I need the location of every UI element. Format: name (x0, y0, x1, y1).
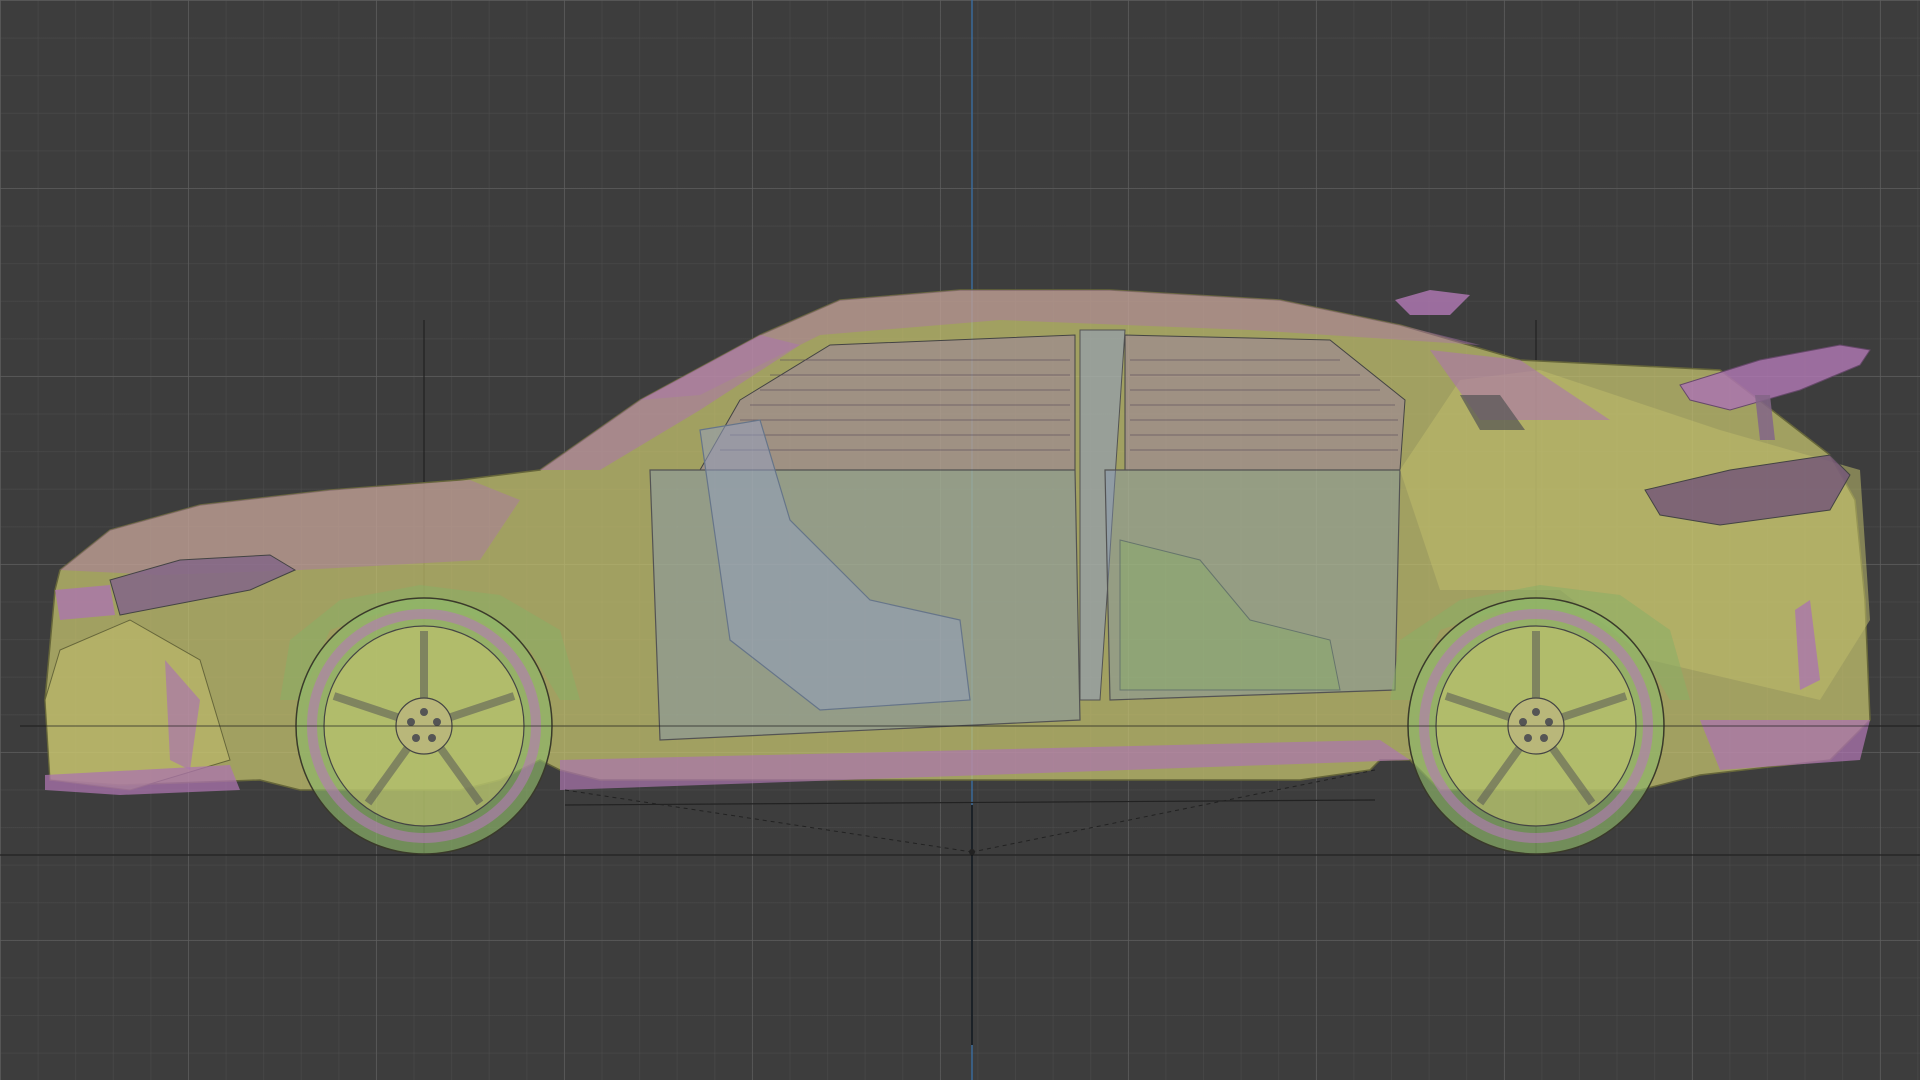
viewport-scene[interactable] (0, 0, 1920, 1080)
rear-wing[interactable] (1679, 344, 1871, 411)
3d-viewport[interactable] (0, 0, 1920, 1080)
origin-marker-icon[interactable] (564, 769, 1376, 1045)
front-corner-light (55, 585, 115, 620)
rear-diffuser (1700, 720, 1870, 770)
roof-spoiler (1395, 290, 1470, 315)
